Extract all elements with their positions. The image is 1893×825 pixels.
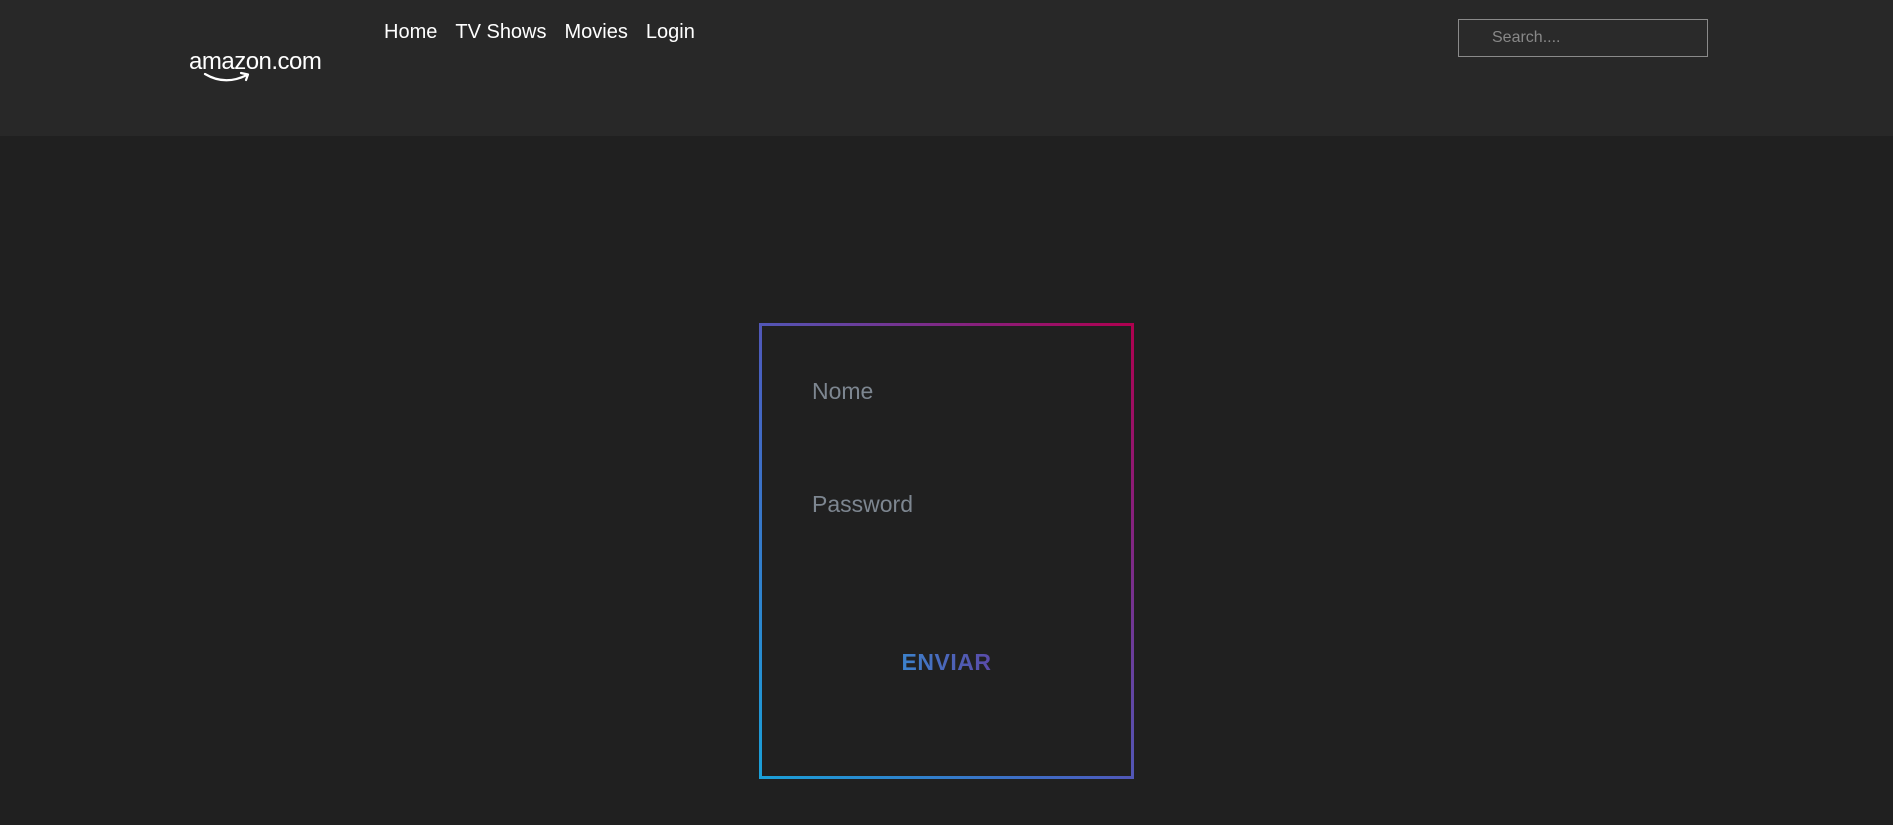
- main-nav: Home TV Shows Movies Login: [384, 20, 695, 44]
- submit-button[interactable]: ENVIAR: [762, 642, 1131, 682]
- search-box: [1458, 19, 1708, 57]
- site-header: amazon.com Home TV Shows Movies Login: [0, 0, 1893, 136]
- nav-tv-shows-link[interactable]: TV Shows: [455, 20, 546, 44]
- name-field[interactable]: [812, 374, 1082, 408]
- submit-button-label: ENVIAR: [901, 648, 992, 675]
- nav-movies-link[interactable]: Movies: [565, 20, 628, 44]
- password-field[interactable]: [812, 487, 1082, 521]
- page: amazon.com Home TV Shows Movies Login EN…: [0, 0, 1893, 825]
- login-form: ENVIAR: [759, 323, 1134, 779]
- amazon-smile-icon: [203, 71, 250, 82]
- nav-login-link[interactable]: Login: [646, 20, 695, 44]
- search-input[interactable]: [1459, 20, 1707, 56]
- nav-home-link[interactable]: Home: [384, 20, 437, 44]
- amazon-logo[interactable]: amazon.com: [189, 48, 334, 88]
